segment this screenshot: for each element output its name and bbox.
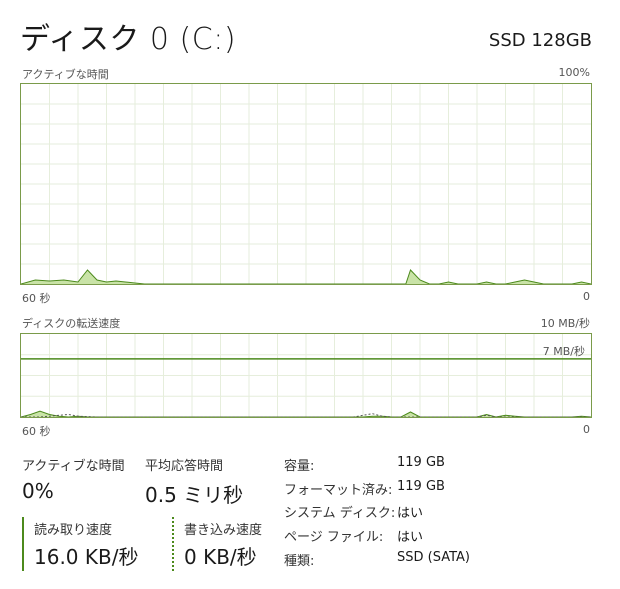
active-time-chart xyxy=(21,84,591,284)
read-speed-indicator xyxy=(22,517,24,571)
read-speed-block: 読み取り速度 16.0 KB/秒 xyxy=(22,517,162,571)
reference-line-label: 7 MB/秒 xyxy=(543,344,585,358)
write-speed-label: 書き込み速度 xyxy=(184,523,263,538)
info-key-formatted: フォーマット済み: xyxy=(284,483,393,498)
read-speed-value: 16.0 KB/秒 xyxy=(34,545,139,569)
active-graph-max-label: 100% xyxy=(558,66,590,79)
avg-response-label: 平均応答時間 xyxy=(145,459,224,474)
read-speed-label: 読み取り速度 xyxy=(34,523,113,538)
info-value-system-disk: はい xyxy=(397,506,424,521)
info-value-capacity: 119 GB xyxy=(397,455,445,470)
active-graph-right-axis: 0 xyxy=(583,290,590,303)
info-key-capacity: 容量: xyxy=(284,459,315,474)
info-value-formatted: 119 GB xyxy=(397,479,445,494)
active-time-value: 0% xyxy=(22,479,54,503)
active-time-graph xyxy=(20,83,592,285)
disk-model: SSD 128GB xyxy=(488,30,592,51)
write-speed-indicator xyxy=(172,517,174,571)
info-key-system-disk: システム ディスク: xyxy=(284,506,396,521)
info-key-type: 種類: xyxy=(284,554,315,569)
disk-title: ディスク 0 (C:) xyxy=(20,22,237,57)
write-speed-block: 書き込み速度 0 KB/秒 xyxy=(172,517,282,571)
transfer-graph-max-label: 10 MB/秒 xyxy=(540,317,590,330)
transfer-graph-right-axis: 0 xyxy=(583,423,590,436)
info-key-page-file: ページ ファイル: xyxy=(284,530,384,545)
active-time-label: アクティブな時間 xyxy=(22,459,125,474)
active-graph-label: アクティブな時間 xyxy=(22,68,109,81)
transfer-rate-chart: 7 MB/秒 xyxy=(21,334,591,417)
transfer-graph-label: ディスクの転送速度 xyxy=(22,317,121,330)
info-value-page-file: はい xyxy=(397,530,424,545)
active-graph-left-axis: 60 秒 xyxy=(22,292,51,305)
write-speed-value: 0 KB/秒 xyxy=(184,545,257,569)
info-value-type: SSD (SATA) xyxy=(397,550,470,565)
transfer-rate-graph: 7 MB/秒 xyxy=(20,333,592,418)
transfer-graph-left-axis: 60 秒 xyxy=(22,425,51,438)
avg-response-value: 0.5 ミリ秒 xyxy=(145,483,244,507)
